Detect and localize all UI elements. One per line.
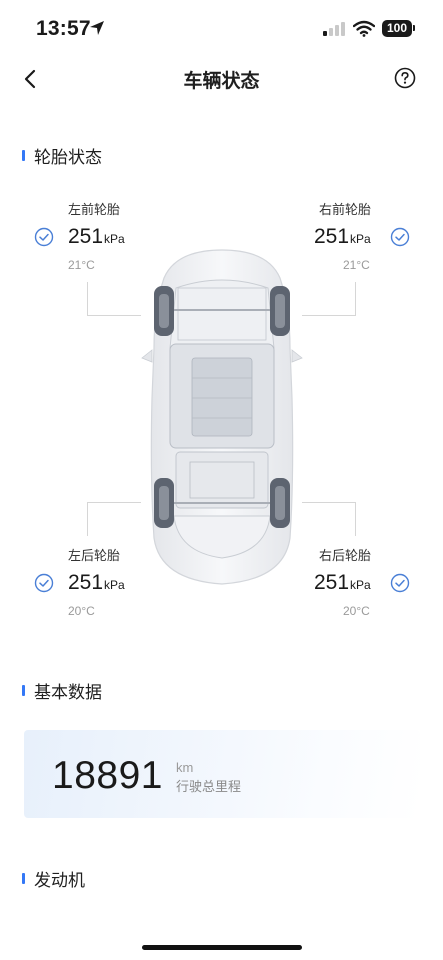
tire-pressure-value: 251 [68,225,104,248]
tire-pressure-unit: kPa [104,578,125,592]
tire-temperature: 21°C [343,258,370,272]
nav-bar: 车辆状态 [0,56,443,102]
car-top-view-illustration [141,249,303,585]
odometer-value: 18891 [52,754,163,797]
tire-pressure-value: 251 [68,571,104,594]
tire-pressure-value: 251 [314,571,350,594]
connector-rear-right [302,502,356,536]
battery-tip [413,25,415,31]
tire-pressure: 251kPa [314,225,371,249]
odometer-card: 18891 km 行驶总里程 [24,730,420,818]
odometer-unit: km [176,760,194,775]
tire-label: 右前轮胎 [319,202,372,217]
cellular-signal-icon [323,22,347,36]
section-accent-bar [22,873,25,884]
tire-pressure-unit: kPa [350,232,371,246]
tire-label: 右后轮胎 [319,548,372,563]
odometer-label: 行驶总里程 [176,779,242,794]
section-header-engine: 发动机 [22,866,85,891]
section-title-tire: 轮胎状态 [34,148,102,167]
page-title: 车辆状态 [183,71,260,92]
home-indicator [142,945,302,950]
section-title-basic: 基本数据 [34,683,102,702]
tire-pressure: 251kPa [68,225,125,249]
tire-pressure-unit: kPa [104,232,125,246]
tire-temperature: 20°C [343,604,370,618]
battery-icon: 100 [382,20,412,37]
help-button[interactable] [394,67,416,89]
check-circle-icon [34,227,54,247]
check-circle-icon [34,573,54,593]
section-header-basic: 基本数据 [22,678,102,703]
tire-pressure: 251kPa [314,571,371,595]
tire-label: 左后轮胎 [68,548,121,563]
status-bar: 13:57 100 [0,0,443,56]
connector-rear-left [87,502,141,536]
section-header-tire: 轮胎状态 [22,143,102,168]
check-circle-icon [390,573,410,593]
section-accent-bar [22,685,25,696]
tire-temperature: 20°C [68,604,95,618]
tire-pressure-unit: kPa [350,578,371,592]
section-accent-bar [22,150,25,161]
tire-pressure: 251kPa [68,571,125,595]
tire-temperature: 21°C [68,258,95,272]
wifi-icon [353,20,375,37]
check-circle-icon [390,227,410,247]
tire-label: 左前轮胎 [68,202,121,217]
connector-front-left [87,282,141,316]
section-title-engine: 发动机 [34,871,85,890]
status-time: 13:57 [36,17,91,40]
location-arrow-icon [90,21,104,35]
tire-pressure-value: 251 [314,225,350,248]
connector-front-right [302,282,356,316]
